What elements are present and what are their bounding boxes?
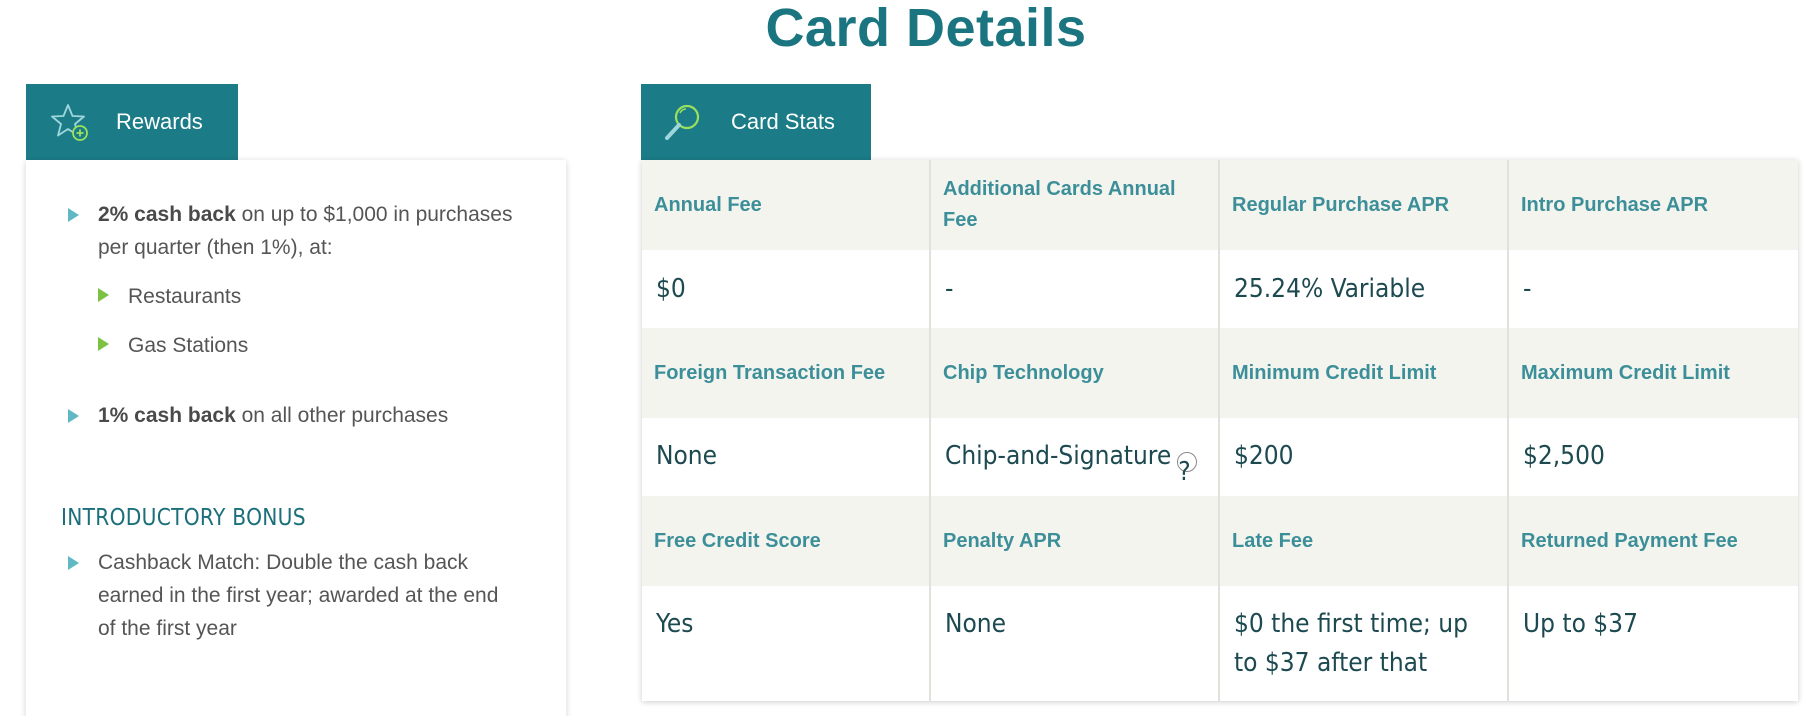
stat-label-cell: Foreign Transaction Fee (642, 328, 931, 418)
star-plus-icon (50, 102, 90, 142)
stat-label: Foreign Transaction Fee (654, 361, 886, 384)
tab-card-stats-label: Card Stats (731, 109, 835, 134)
stat-label: Minimum Credit Limit (1232, 361, 1437, 384)
stat-label-cell: Annual Fee (642, 160, 931, 250)
bullet-icon (98, 288, 109, 302)
bullet-icon (68, 409, 79, 423)
stat-value: $0 (656, 274, 686, 304)
stat-value: Chip-and-Signature (945, 441, 1172, 471)
stat-value-cell: Chip-and-Signature? (931, 418, 1220, 496)
stat-value-cell: - (931, 250, 1220, 328)
stat-value: Up to $37 (1523, 609, 1638, 639)
help-icon[interactable]: ? (1177, 451, 1198, 487)
stat-label-cell: Minimum Credit Limit (1220, 328, 1509, 418)
stat-label-cell: Free Credit Score (642, 496, 931, 586)
stat-label: Chip Technology (943, 361, 1104, 384)
reward-item-highlight: 1% cash back (98, 404, 236, 427)
stat-value-cell: $200 (1220, 418, 1509, 496)
bullet-icon (68, 208, 79, 222)
stat-label-cell: Intro Purchase APR (1509, 160, 1798, 250)
rewards-panel: 2% cash back on up to $1,000 in purchase… (26, 160, 566, 716)
reward-sub-item: Gas Stations (128, 334, 249, 357)
stat-label-cell: Late Fee (1220, 496, 1509, 586)
stat-label-cell: Additional Cards Annual Fee (931, 160, 1220, 250)
card-stats-table: Annual Fee Additional Cards Annual Fee R… (642, 160, 1798, 701)
stat-label: Annual Fee (654, 193, 762, 216)
stat-label-cell: Regular Purchase APR (1220, 160, 1509, 250)
stat-value: - (945, 274, 954, 304)
tab-card-stats[interactable]: Card Stats (641, 84, 871, 160)
stat-value-cell: None (642, 418, 931, 496)
stat-value: $2,500 (1523, 441, 1605, 471)
stat-value: None (656, 441, 718, 471)
magnifier-icon (663, 102, 703, 142)
bullet-icon (68, 556, 79, 570)
stat-value-cell: 25.24% Variable (1220, 250, 1509, 328)
stat-label-cell: Chip Technology (931, 328, 1220, 418)
stat-value: $0 the first time; up to $37 after that (1234, 609, 1468, 678)
stat-label: Late Fee (1232, 529, 1314, 552)
intro-bonus-heading: INTRODUCTORY BONUS (61, 505, 306, 531)
reward-item: 1% cash back on all other purchases (98, 399, 518, 432)
stat-value-cell: $0 the first time; up to $37 after that (1220, 586, 1509, 701)
stat-label: Intro Purchase APR (1521, 193, 1709, 216)
tab-rewards[interactable]: Rewards (26, 84, 238, 160)
stat-label: Free Credit Score (654, 529, 821, 552)
stat-value-cell: Yes (642, 586, 931, 701)
stat-label: Penalty APR (943, 529, 1062, 552)
stat-value: 25.24% Variable (1234, 274, 1426, 304)
page-title: Card Details (765, 0, 1087, 58)
stat-label: Regular Purchase APR (1232, 193, 1450, 216)
stat-label-cell: Maximum Credit Limit (1509, 328, 1798, 418)
reward-item: 2% cash back on up to $1,000 in purchase… (98, 198, 518, 264)
stat-value: Yes (656, 609, 694, 639)
bullet-icon (98, 337, 109, 351)
reward-item-text: on all other purchases (235, 404, 449, 427)
stat-value-cell: None (931, 586, 1220, 701)
stat-value: - (1523, 274, 1532, 304)
intro-bonus-text: Cashback Match: Double the cash back ear… (98, 551, 499, 640)
stat-label-cell: Returned Payment Fee (1509, 496, 1798, 586)
stat-value: $200 (1234, 441, 1294, 471)
stat-value-cell: - (1509, 250, 1798, 328)
reward-sub-item: Restaurants (128, 285, 242, 308)
stat-value-cell: Up to $37 (1509, 586, 1798, 701)
stat-label: Maximum Credit Limit (1521, 361, 1730, 384)
stat-value-cell: $2,500 (1509, 418, 1798, 496)
stat-value-cell: $0 (642, 250, 931, 328)
stat-value: None (945, 609, 1007, 639)
stat-label-cell: Penalty APR (931, 496, 1220, 586)
reward-item-highlight: 2% cash back (98, 203, 236, 226)
tab-rewards-label: Rewards (116, 109, 203, 134)
stat-label: Additional Cards Annual Fee (943, 178, 1176, 231)
stat-label: Returned Payment Fee (1521, 529, 1738, 552)
